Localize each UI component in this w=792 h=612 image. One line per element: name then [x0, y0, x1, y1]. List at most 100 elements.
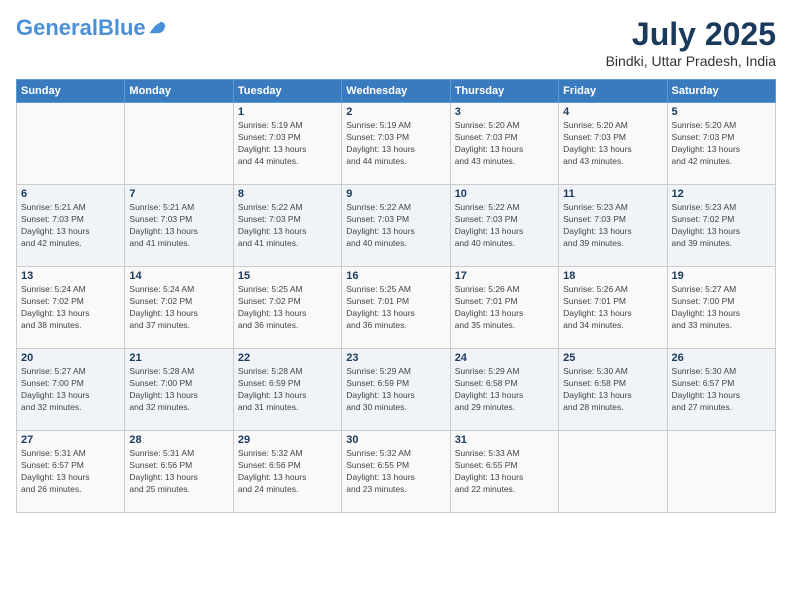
- day-number: 18: [563, 270, 662, 282]
- day-number: 11: [563, 188, 662, 200]
- day-info: Sunrise: 5:19 AMSunset: 7:03 PMDaylight:…: [346, 120, 445, 168]
- day-number: 29: [238, 434, 337, 446]
- day-info: Sunrise: 5:32 AMSunset: 6:56 PMDaylight:…: [238, 448, 337, 496]
- day-number: 2: [346, 106, 445, 118]
- day-info: Sunrise: 5:31 AMSunset: 6:57 PMDaylight:…: [21, 448, 120, 496]
- day-cell-25: 25Sunrise: 5:30 AMSunset: 6:58 PMDayligh…: [559, 349, 667, 431]
- day-info: Sunrise: 5:31 AMSunset: 6:56 PMDaylight:…: [129, 448, 228, 496]
- day-number: 1: [238, 106, 337, 118]
- day-info: Sunrise: 5:20 AMSunset: 7:03 PMDaylight:…: [672, 120, 771, 168]
- day-number: 13: [21, 270, 120, 282]
- day-cell-2: 2 Sunrise: 5:19 AMSunset: 7:03 PMDaylight…: [342, 103, 450, 185]
- day-cell-11: 11 Sunrise: 5:23 AMSunset: 7:03 PMDayligh…: [559, 185, 667, 267]
- day-info: Sunrise: 5:23 AMSunset: 7:02 PMDaylight:…: [672, 202, 771, 250]
- day-info: Sunrise: 5:21 AMSunset: 7:03 PMDaylight:…: [129, 202, 228, 250]
- day-cell-3: 3 Sunrise: 5:20 AMSunset: 7:03 PMDaylight…: [450, 103, 558, 185]
- day-number: 4: [563, 106, 662, 118]
- day-cell-20: 20 Sunrise: 5:27 AMSunset: 7:00 PMDayligh…: [17, 349, 125, 431]
- day-info: Sunrise: 5:29 AMSunset: 6:59 PMDaylight:…: [346, 366, 445, 414]
- day-cell-19: 19 Sunrise: 5:27 AMSunset: 7:00 PMDayligh…: [667, 267, 775, 349]
- day-number: 20: [21, 352, 120, 364]
- day-cell-7: 7Sunrise: 5:21 AMSunset: 7:03 PMDaylight…: [125, 185, 233, 267]
- day-info: Sunrise: 5:32 AMSunset: 6:55 PMDaylight:…: [346, 448, 445, 496]
- logo: GeneralBlue: [16, 16, 166, 40]
- day-cell-29: 29 Sunrise: 5:32 AMSunset: 6:56 PMDayligh…: [233, 431, 341, 513]
- weekday-sunday: Sunday: [17, 80, 125, 103]
- weekday-header-row: SundayMondayTuesdayWednesdayThursdayFrid…: [17, 80, 776, 103]
- day-number: 21: [129, 352, 228, 364]
- day-cell-13: 13Sunrise: 5:24 AMSunset: 7:02 PMDayligh…: [17, 267, 125, 349]
- day-info: Sunrise: 5:30 AMSunset: 6:57 PMDaylight:…: [672, 366, 771, 414]
- calendar: SundayMondayTuesdayWednesdayThursdayFrid…: [16, 79, 776, 513]
- day-info: Sunrise: 5:20 AMSunset: 7:03 PMDaylight:…: [563, 120, 662, 168]
- day-number: 15: [238, 270, 337, 282]
- month-year: July 2025: [606, 16, 776, 53]
- weekday-thursday: Thursday: [450, 80, 558, 103]
- day-number: 24: [455, 352, 554, 364]
- week-row-3: 13 Sunrise: 5:24 AMSunset: 7:02 PMDayligh…: [17, 267, 776, 349]
- day-number: 5: [672, 106, 771, 118]
- day-cell-5: 5 Sunrise: 5:20 AMSunset: 7:03 PMDaylight…: [667, 103, 775, 185]
- day-number: 19: [672, 270, 771, 282]
- day-number: 27: [21, 434, 120, 446]
- title-block: July 2025 Bindki, Uttar Pradesh, India: [606, 16, 776, 69]
- day-info: Sunrise: 5:28 AMSunset: 6:59 PMDaylight:…: [238, 366, 337, 414]
- day-info: Sunrise: 5:29 AMSunset: 6:58 PMDaylight:…: [455, 366, 554, 414]
- day-number: 23: [346, 352, 445, 364]
- logo-line1: General: [16, 15, 98, 40]
- day-info: Sunrise: 5:20 AMSunset: 7:03 PMDaylight:…: [455, 120, 554, 168]
- week-row-2: 6 Sunrise: 5:21 AMSunset: 7:03 PMDaylight…: [17, 185, 776, 267]
- day-info: Sunrise: 5:25 AMSunset: 7:02 PMDaylight:…: [238, 284, 337, 332]
- day-cell-1: 1 Sunrise: 5:19 AMSunset: 7:03 PMDaylight…: [233, 103, 341, 185]
- day-info: Sunrise: 5:27 AMSunset: 7:00 PMDaylight:…: [672, 284, 771, 332]
- week-row-1: 1 Sunrise: 5:19 AMSunset: 7:03 PMDaylight…: [17, 103, 776, 185]
- day-number: 30: [346, 434, 445, 446]
- day-cell-31: 31Sunrise: 5:33 AMSunset: 6:55 PMDayligh…: [450, 431, 558, 513]
- day-cell-10: 10Sunrise: 5:22 AMSunset: 7:03 PMDayligh…: [450, 185, 558, 267]
- weekday-friday: Friday: [559, 80, 667, 103]
- empty-cell: [667, 431, 775, 513]
- empty-cell: [125, 103, 233, 185]
- day-info: Sunrise: 5:27 AMSunset: 7:00 PMDaylight:…: [21, 366, 120, 414]
- header: GeneralBlue July 2025 Bindki, Uttar Prad…: [16, 16, 776, 69]
- day-cell-23: 23 Sunrise: 5:29 AMSunset: 6:59 PMDayligh…: [342, 349, 450, 431]
- day-info: Sunrise: 5:26 AMSunset: 7:01 PMDaylight:…: [563, 284, 662, 332]
- day-info: Sunrise: 5:19 AMSunset: 7:03 PMDaylight:…: [238, 120, 337, 168]
- day-info: Sunrise: 5:23 AMSunset: 7:03 PMDaylight:…: [563, 202, 662, 250]
- day-cell-22: 22 Sunrise: 5:28 AMSunset: 6:59 PMDayligh…: [233, 349, 341, 431]
- day-number: 8: [238, 188, 337, 200]
- day-info: Sunrise: 5:28 AMSunset: 7:00 PMDaylight:…: [129, 366, 228, 414]
- day-cell-8: 8 Sunrise: 5:22 AMSunset: 7:03 PMDaylight…: [233, 185, 341, 267]
- day-cell-28: 28 Sunrise: 5:31 AMSunset: 6:56 PMDayligh…: [125, 431, 233, 513]
- weekday-tuesday: Tuesday: [233, 80, 341, 103]
- day-cell-16: 16Sunrise: 5:25 AMSunset: 7:01 PMDayligh…: [342, 267, 450, 349]
- empty-cell: [559, 431, 667, 513]
- day-number: 14: [129, 270, 228, 282]
- day-cell-30: 30 Sunrise: 5:32 AMSunset: 6:55 PMDayligh…: [342, 431, 450, 513]
- location: Bindki, Uttar Pradesh, India: [606, 53, 776, 69]
- day-number: 17: [455, 270, 554, 282]
- day-number: 9: [346, 188, 445, 200]
- day-number: 28: [129, 434, 228, 446]
- logo-line2: Blue: [98, 15, 146, 40]
- day-cell-18: 18 Sunrise: 5:26 AMSunset: 7:01 PMDayligh…: [559, 267, 667, 349]
- day-cell-21: 21 Sunrise: 5:28 AMSunset: 7:00 PMDayligh…: [125, 349, 233, 431]
- day-cell-17: 17 Sunrise: 5:26 AMSunset: 7:01 PMDayligh…: [450, 267, 558, 349]
- day-number: 22: [238, 352, 337, 364]
- day-info: Sunrise: 5:21 AMSunset: 7:03 PMDaylight:…: [21, 202, 120, 250]
- day-cell-15: 15 Sunrise: 5:25 AMSunset: 7:02 PMDayligh…: [233, 267, 341, 349]
- day-info: Sunrise: 5:24 AMSunset: 7:02 PMDaylight:…: [129, 284, 228, 332]
- day-cell-27: 27 Sunrise: 5:31 AMSunset: 6:57 PMDayligh…: [17, 431, 125, 513]
- day-info: Sunrise: 5:33 AMSunset: 6:55 PMDaylight:…: [455, 448, 554, 496]
- day-number: 6: [21, 188, 120, 200]
- day-info: Sunrise: 5:26 AMSunset: 7:01 PMDaylight:…: [455, 284, 554, 332]
- day-cell-12: 12Sunrise: 5:23 AMSunset: 7:02 PMDayligh…: [667, 185, 775, 267]
- day-number: 16: [346, 270, 445, 282]
- day-number: 26: [672, 352, 771, 364]
- day-number: 3: [455, 106, 554, 118]
- day-number: 25: [563, 352, 662, 364]
- week-row-5: 27 Sunrise: 5:31 AMSunset: 6:57 PMDayligh…: [17, 431, 776, 513]
- weekday-saturday: Saturday: [667, 80, 775, 103]
- day-info: Sunrise: 5:22 AMSunset: 7:03 PMDaylight:…: [238, 202, 337, 250]
- weekday-monday: Monday: [125, 80, 233, 103]
